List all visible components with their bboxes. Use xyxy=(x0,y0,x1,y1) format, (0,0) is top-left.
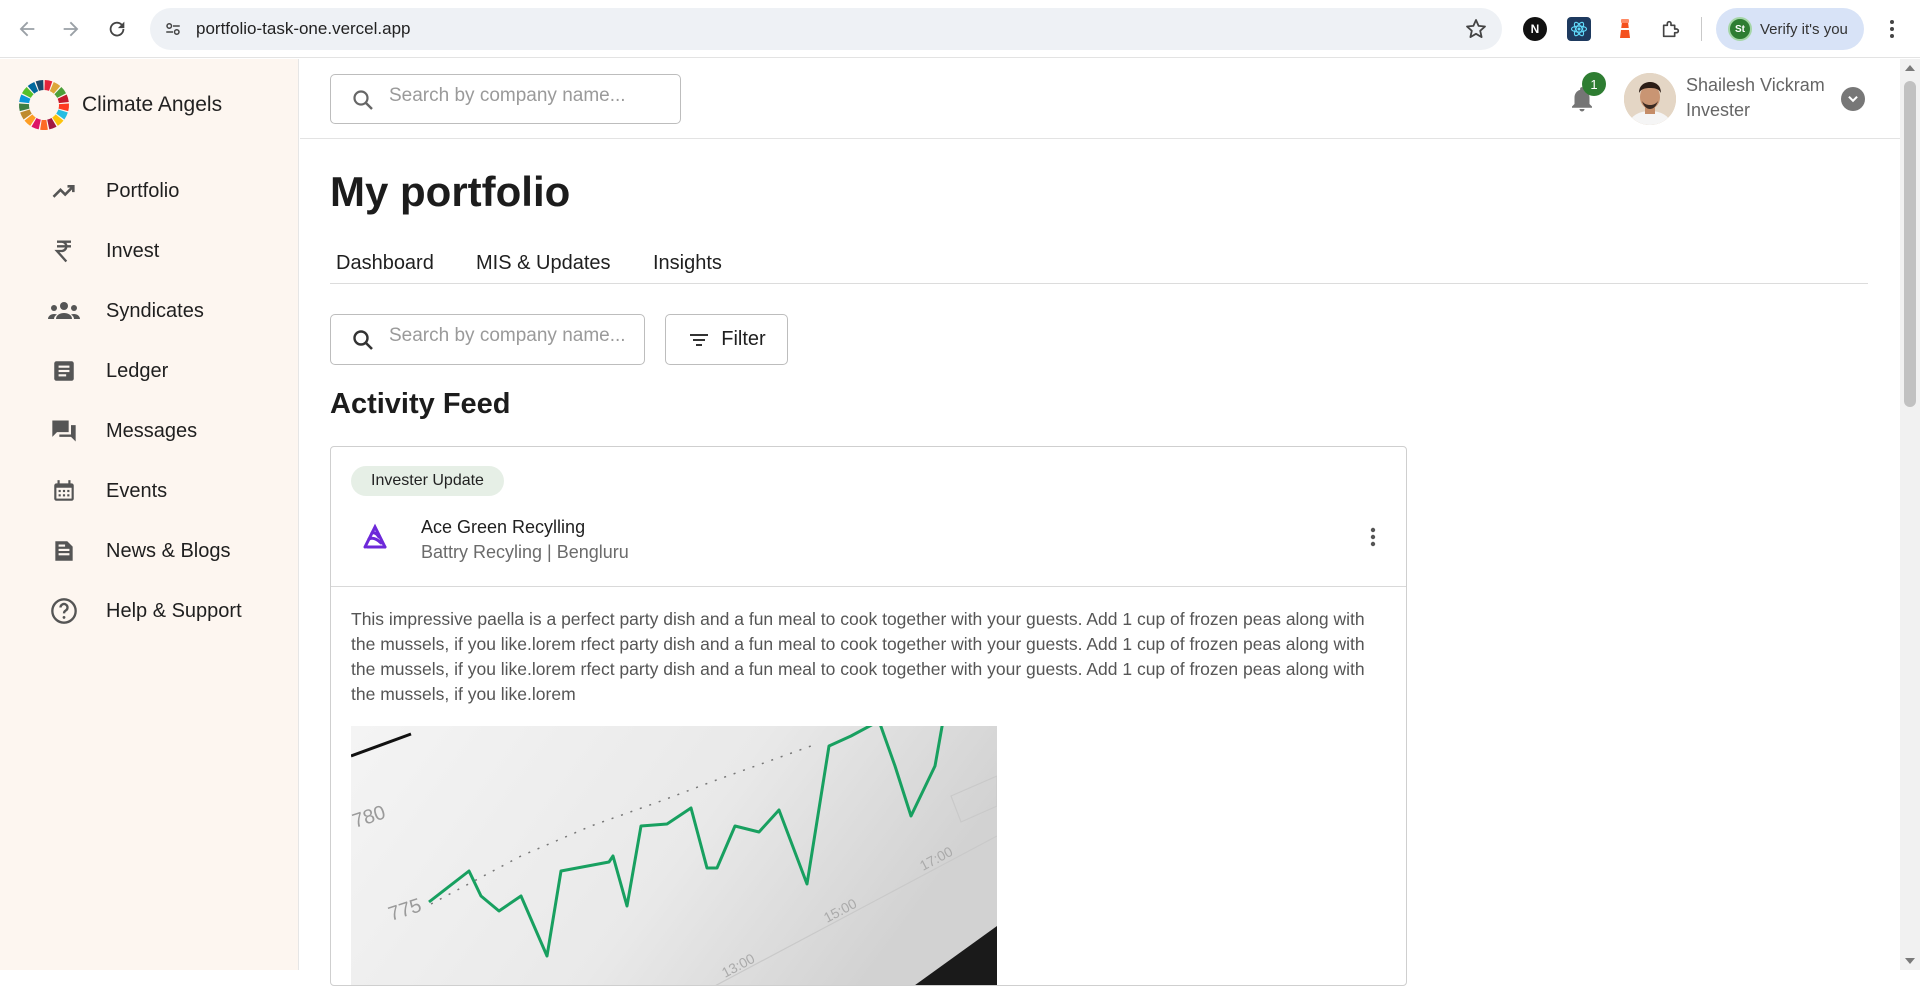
forward-button[interactable] xyxy=(56,14,86,44)
brand[interactable]: Climate Angels xyxy=(18,79,222,131)
page-title: My portfolio xyxy=(330,168,571,215)
groups-icon xyxy=(48,295,80,327)
arrow-left-icon xyxy=(19,21,35,37)
browser-menu-icon[interactable] xyxy=(1880,17,1904,41)
toolbar-divider xyxy=(1701,17,1702,41)
calendar-icon xyxy=(48,475,80,507)
verify-profile-button[interactable]: St Verify it's you xyxy=(1716,8,1864,50)
site-settings-icon[interactable] xyxy=(160,16,186,42)
sidebar-item-label: Portfolio xyxy=(106,179,180,202)
sidebar-item-label: Messages xyxy=(106,419,198,442)
more-options-icon[interactable] xyxy=(1361,525,1385,549)
filter-label: Filter xyxy=(721,328,766,350)
address-bar[interactable]: portfolio-task-one.vercel.app xyxy=(150,8,1502,50)
browser-toolbar: portfolio-task-one.vercel.app N St Verif… xyxy=(0,0,1920,58)
sidebar-item-syndicates[interactable]: Syndicates xyxy=(48,289,288,333)
profile-avatar-icon: St xyxy=(1728,17,1752,41)
sidebar-item-news-blogs[interactable]: News & Blogs xyxy=(48,529,288,573)
tab-insights[interactable]: Insights xyxy=(653,252,722,275)
messages-icon xyxy=(48,415,80,447)
reload-button[interactable] xyxy=(102,14,132,44)
brand-name: Climate Angels xyxy=(82,93,223,116)
logo-wheel-segment xyxy=(40,119,48,130)
sidebar-item-label: Invest xyxy=(106,239,160,262)
puzzle-icon[interactable] xyxy=(1659,17,1683,41)
sidebar-item-messages[interactable]: Messages xyxy=(48,409,288,453)
activity-card: Invester Update Ace Green Recylling Batt… xyxy=(330,446,1407,986)
lighthouse-icon[interactable] xyxy=(1613,17,1637,41)
sidebar-item-events[interactable]: Events xyxy=(48,469,288,513)
tab-mis-updates[interactable]: MIS & Updates xyxy=(476,252,611,275)
update-type-chip: Invester Update xyxy=(351,466,504,496)
filter-icon xyxy=(690,333,709,346)
sidebar: Climate Angels Portfolio Invest Syndicat… xyxy=(0,59,299,970)
scrollbar-thumb[interactable] xyxy=(1904,81,1916,407)
sidebar-item-label: Help & Support xyxy=(106,599,242,622)
user-name: Shailesh Vickram xyxy=(1686,75,1825,95)
user-role: Invester xyxy=(1686,100,1751,120)
company-name[interactable]: Ace Green Recylling xyxy=(421,517,585,538)
sidebar-item-label: Syndicates xyxy=(106,299,204,322)
sidebar-item-label: Ledger xyxy=(106,359,169,382)
portfolio-search[interactable] xyxy=(330,314,645,365)
help-icon xyxy=(48,595,80,627)
avatar[interactable] xyxy=(1624,73,1676,125)
scroll-up-arrow[interactable] xyxy=(1905,65,1915,71)
trending-up-icon xyxy=(48,175,80,207)
header-search[interactable] xyxy=(330,74,681,124)
sidebar-item-label: Events xyxy=(106,479,168,502)
search-icon xyxy=(353,330,373,350)
sidebar-item-invest[interactable]: Invest xyxy=(48,229,288,273)
chevron-down-icon xyxy=(1848,95,1858,103)
reload-icon xyxy=(109,21,125,37)
logo-wheel-segment xyxy=(19,103,30,112)
sidebar-item-portfolio[interactable]: Portfolio xyxy=(48,169,288,213)
url-text[interactable]: portfolio-task-one.vercel.app xyxy=(196,19,411,39)
user-menu-button[interactable] xyxy=(1841,87,1865,111)
article-icon xyxy=(48,535,80,567)
sidebar-item-label: News & Blogs xyxy=(106,539,231,562)
company-meta: Battry Recyling | Bengluru xyxy=(421,542,629,562)
rupee-icon xyxy=(48,235,80,267)
arrow-right-icon xyxy=(63,21,79,37)
portfolio-tabs: Dashboard MIS & Updates Insights xyxy=(330,246,1868,284)
portfolio-search-input[interactable] xyxy=(389,325,629,347)
tab-dashboard[interactable]: Dashboard xyxy=(336,252,434,275)
sdg-wheel-logo-icon xyxy=(19,80,69,130)
ledger-icon xyxy=(48,355,80,387)
filter-button[interactable]: Filter xyxy=(665,314,788,365)
scroll-down-arrow[interactable] xyxy=(1905,958,1915,964)
verify-label: Verify it's you xyxy=(1760,20,1848,38)
update-body-text: This impressive paella is a perfect part… xyxy=(351,609,1365,704)
update-image: 780 775 13:00 15:00 17:00 xyxy=(351,726,997,985)
logo-wheel-segment xyxy=(58,103,69,112)
notion-icon[interactable]: N xyxy=(1523,17,1547,41)
sidebar-item-help-support[interactable]: Help & Support xyxy=(48,589,288,633)
card-divider xyxy=(331,586,1406,587)
company-logo-icon xyxy=(363,523,387,549)
react-icon[interactable] xyxy=(1567,17,1591,41)
bookmark-star-icon[interactable] xyxy=(1464,17,1488,41)
page-scrollbar[interactable] xyxy=(1900,59,1920,970)
activity-feed-title: Activity Feed xyxy=(330,388,511,420)
app-header: 1 Shailesh Vickram Invester xyxy=(300,59,1900,139)
notification-count-badge: 1 xyxy=(1582,72,1606,96)
back-button[interactable] xyxy=(12,14,42,44)
search-icon xyxy=(353,90,373,110)
header-search-input[interactable] xyxy=(389,85,659,107)
sidebar-item-ledger[interactable]: Ledger xyxy=(48,349,288,393)
